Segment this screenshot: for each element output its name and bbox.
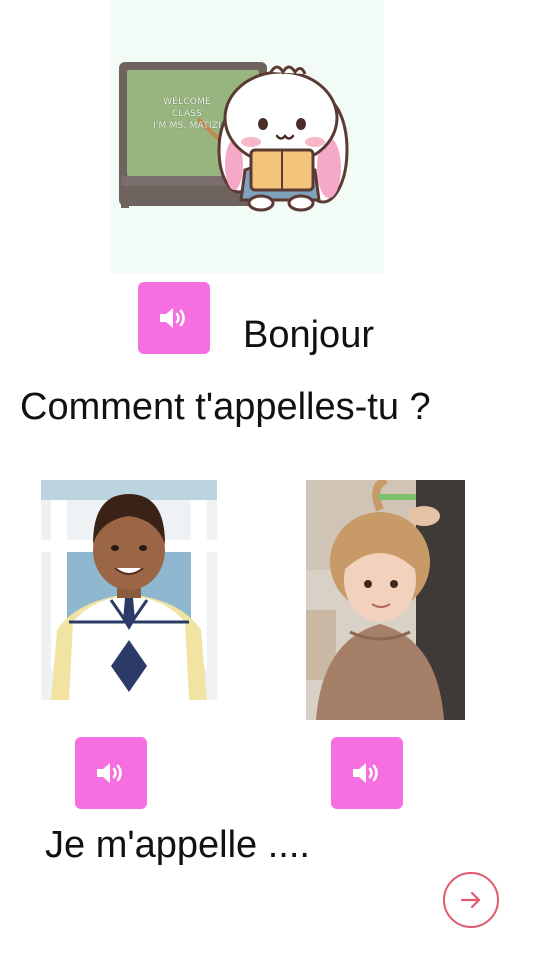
chalkboard-text: WELCOME CLASS I'M MS. MATIZI [131, 96, 243, 132]
question-text: Comment t'appelles-tu ? [20, 386, 431, 428]
speaker-icon [97, 763, 122, 783]
arrow-right-icon [460, 891, 481, 909]
speaker-icon [160, 308, 185, 328]
greeting-text: Bonjour [243, 314, 374, 356]
play-greeting-button[interactable] [138, 282, 210, 354]
play-boy-name-button[interactable] [75, 737, 147, 809]
speaker-icon [353, 763, 378, 783]
teacher-bunny-illustration: WELCOME CLASS I'M MS. MATIZI [111, 0, 384, 273]
bunny-teacher-drawing [119, 62, 349, 212]
chalkboard-line: CLASS [171, 109, 203, 119]
chalkboard-line: WELCOME [163, 97, 211, 107]
next-button[interactable] [443, 872, 499, 928]
chalkboard-line: I'M MS. MATIZI [153, 121, 221, 131]
girl-photo [306, 480, 465, 720]
play-girl-name-button[interactable] [331, 737, 403, 809]
answer-text: Je m'appelle .... [45, 824, 310, 866]
boy-photo [41, 480, 217, 700]
